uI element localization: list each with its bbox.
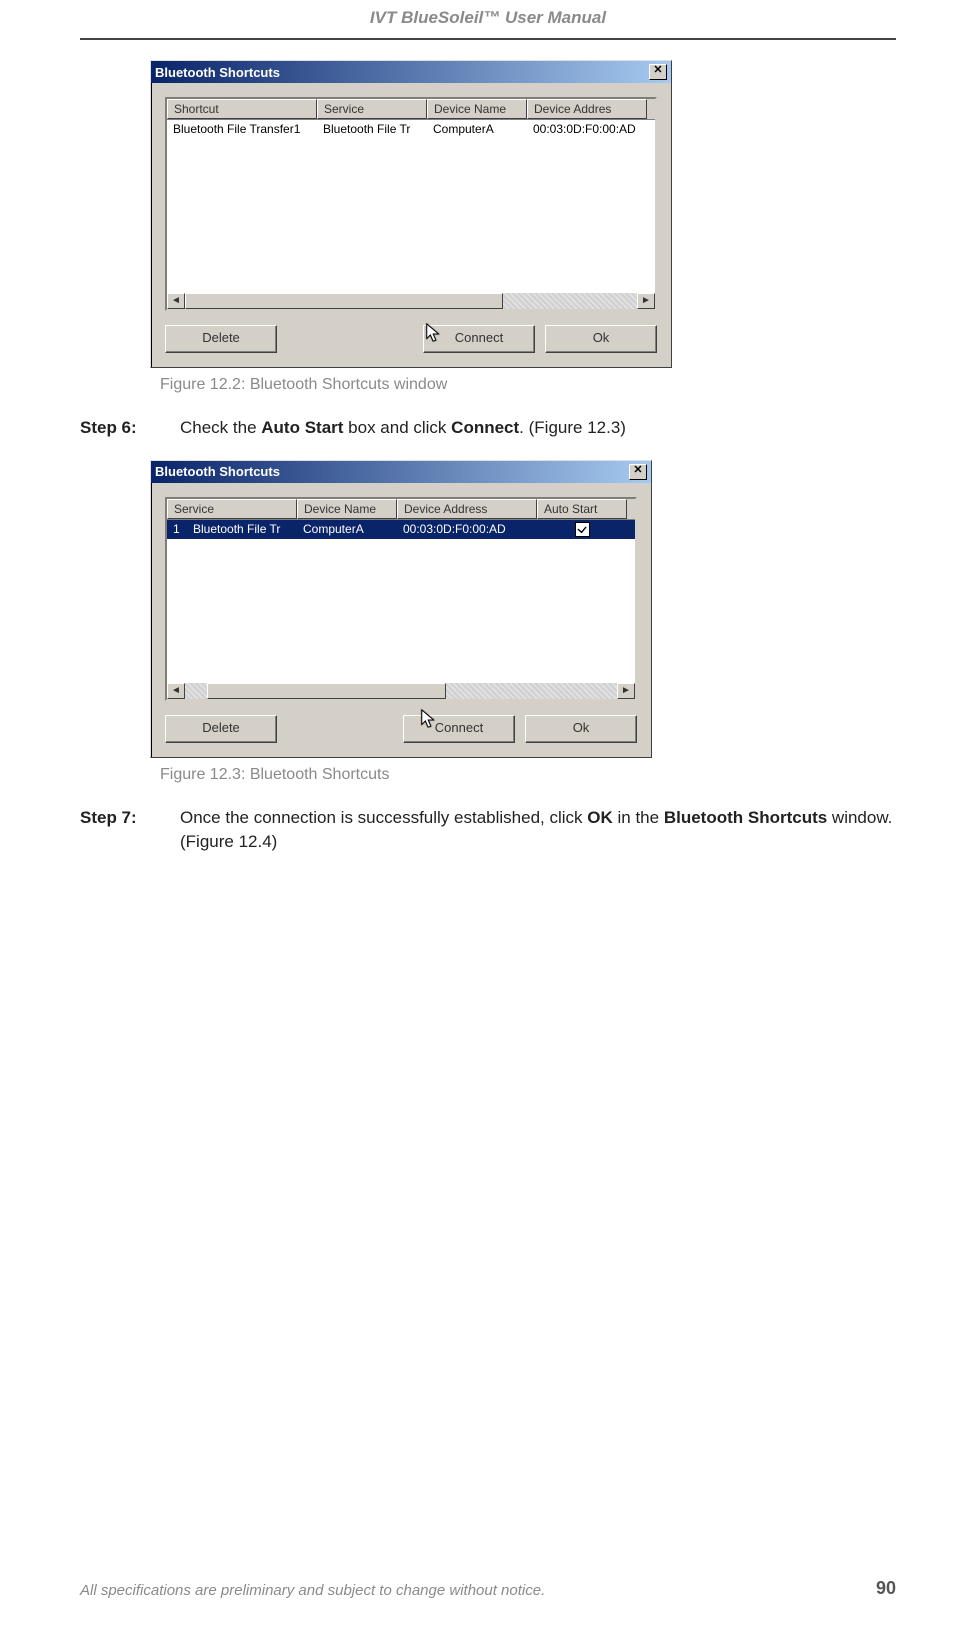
step-label: Step 6: xyxy=(80,416,180,440)
cell-shortcut: Bluetooth File Transfer1 xyxy=(167,120,317,138)
scroll-left-icon[interactable]: ◄ xyxy=(167,293,185,309)
t: box and click xyxy=(343,418,451,437)
col-shortcut[interactable]: Shortcut xyxy=(167,99,317,119)
step-label: Step 7: xyxy=(80,806,180,854)
page-footer: All specifications are preliminary and s… xyxy=(80,1578,896,1599)
footer-note: All specifications are preliminary and s… xyxy=(80,1582,545,1599)
col-service[interactable]: Service xyxy=(317,99,427,119)
dialog-bluetooth-shortcuts-2: Bluetooth Shortcuts ✕ Service Device Nam… xyxy=(150,460,652,758)
listview-header: Shortcut Service Device Name Device Addr… xyxy=(167,99,655,120)
scroll-left-icon[interactable]: ◄ xyxy=(167,683,185,699)
step-text: Check the Auto Start box and click Conne… xyxy=(180,416,896,440)
checkbox-checked-icon[interactable] xyxy=(575,522,590,537)
cell-service: Bluetooth File Tr xyxy=(317,120,427,138)
t: Once the connection is successfully esta… xyxy=(180,808,587,827)
col-device-name[interactable]: Device Name xyxy=(427,99,527,119)
step-7: Step 7: Once the connection is successfu… xyxy=(80,806,896,854)
dialog-bluetooth-shortcuts-1: Bluetooth Shortcuts ✕ Shortcut Service D… xyxy=(150,60,672,368)
t: Check the xyxy=(180,418,261,437)
window-title: Bluetooth Shortcuts xyxy=(155,464,280,479)
col-auto-start[interactable]: Auto Start xyxy=(537,499,627,519)
shortcut-listview[interactable]: Shortcut Service Device Name Device Addr… xyxy=(165,97,657,311)
cell-addr: 00:03:0D:F0:00:AD xyxy=(397,520,537,539)
titlebar: Bluetooth Shortcuts ✕ xyxy=(151,461,651,483)
delete-button[interactable]: Delete xyxy=(165,715,277,743)
close-icon[interactable]: ✕ xyxy=(649,64,667,80)
delete-button[interactable]: Delete xyxy=(165,325,277,353)
cell-idx: 1 xyxy=(167,520,187,539)
close-icon[interactable]: ✕ xyxy=(629,464,647,480)
shortcut-listview[interactable]: Service Device Name Device Address Auto … xyxy=(165,497,637,701)
cell-device: ComputerA xyxy=(427,120,527,138)
page-number: 90 xyxy=(876,1578,896,1599)
figure-caption-2: Figure 12.3: Bluetooth Shortcuts xyxy=(160,766,896,784)
ok-button[interactable]: Ok xyxy=(525,715,637,743)
t: in the xyxy=(613,808,664,827)
figure-caption-1: Figure 12.2: Bluetooth Shortcuts window xyxy=(160,376,896,394)
connect-button[interactable]: Connect xyxy=(423,325,535,353)
t: . (Figure 12.3) xyxy=(519,418,626,437)
t: OK xyxy=(587,808,613,827)
step-6: Step 6: Check the Auto Start box and cli… xyxy=(80,416,896,440)
scroll-right-icon[interactable]: ► xyxy=(637,293,655,309)
col-device-address[interactable]: Device Address xyxy=(397,499,537,519)
cell-addr: 00:03:0D:F0:00:AD xyxy=(527,120,647,138)
cell-device: ComputerA xyxy=(297,520,397,539)
header-rule xyxy=(80,38,896,40)
scroll-right-icon[interactable]: ► xyxy=(617,683,635,699)
t: Bluetooth Shortcuts xyxy=(664,808,827,827)
h-scrollbar[interactable]: ◄ ► xyxy=(167,683,635,699)
t: Connect xyxy=(451,418,519,437)
h-scrollbar[interactable]: ◄ ► xyxy=(167,293,655,309)
listview-header: Service Device Name Device Address Auto … xyxy=(167,499,635,520)
cell-service: Bluetooth File Tr xyxy=(187,520,297,539)
ok-button[interactable]: Ok xyxy=(545,325,657,353)
table-row[interactable]: 1 Bluetooth File Tr ComputerA 00:03:0D:F… xyxy=(167,520,635,539)
col-device-address[interactable]: Device Addres xyxy=(527,99,647,119)
window-title: Bluetooth Shortcuts xyxy=(155,65,280,80)
connect-button[interactable]: Connect xyxy=(403,715,515,743)
table-row[interactable]: Bluetooth File Transfer1 Bluetooth File … xyxy=(167,120,655,138)
col-service[interactable]: Service xyxy=(167,499,297,519)
page-header-title: IVT BlueSoleil™ User Manual xyxy=(80,0,896,38)
step-text: Once the connection is successfully esta… xyxy=(180,806,896,854)
col-device-name[interactable]: Device Name xyxy=(297,499,397,519)
t: Auto Start xyxy=(261,418,343,437)
cell-autostart[interactable] xyxy=(537,520,627,539)
titlebar: Bluetooth Shortcuts ✕ xyxy=(151,61,671,83)
